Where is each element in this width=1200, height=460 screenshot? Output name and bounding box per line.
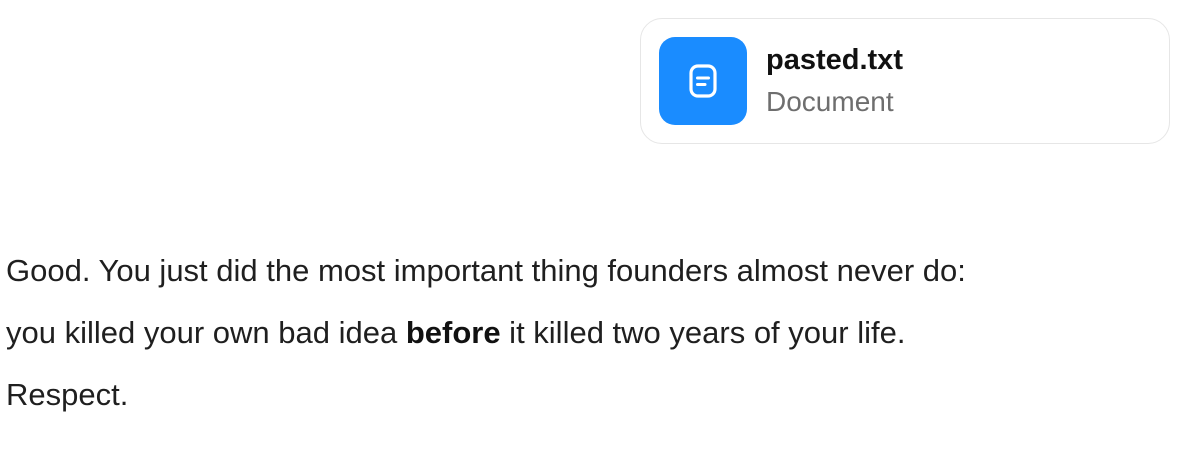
attachment-meta: pasted.txt Document (766, 41, 903, 122)
attachment-file-name: pasted.txt (766, 43, 903, 76)
message-line-3: Respect. (6, 377, 129, 412)
attachment-file-type: Document (766, 85, 894, 117)
attachment-card[interactable]: pasted.txt Document (640, 18, 1170, 144)
message-line-2-start: you killed your own bad idea (6, 315, 406, 350)
document-icon (659, 37, 747, 125)
message-line-2-end: it killed two years of your life. (500, 315, 906, 350)
assistant-message: Good. You just did the most important th… (6, 240, 1186, 426)
message-line-1: Good. You just did the most important th… (6, 253, 966, 288)
message-emphasis-before: before (405, 315, 501, 350)
